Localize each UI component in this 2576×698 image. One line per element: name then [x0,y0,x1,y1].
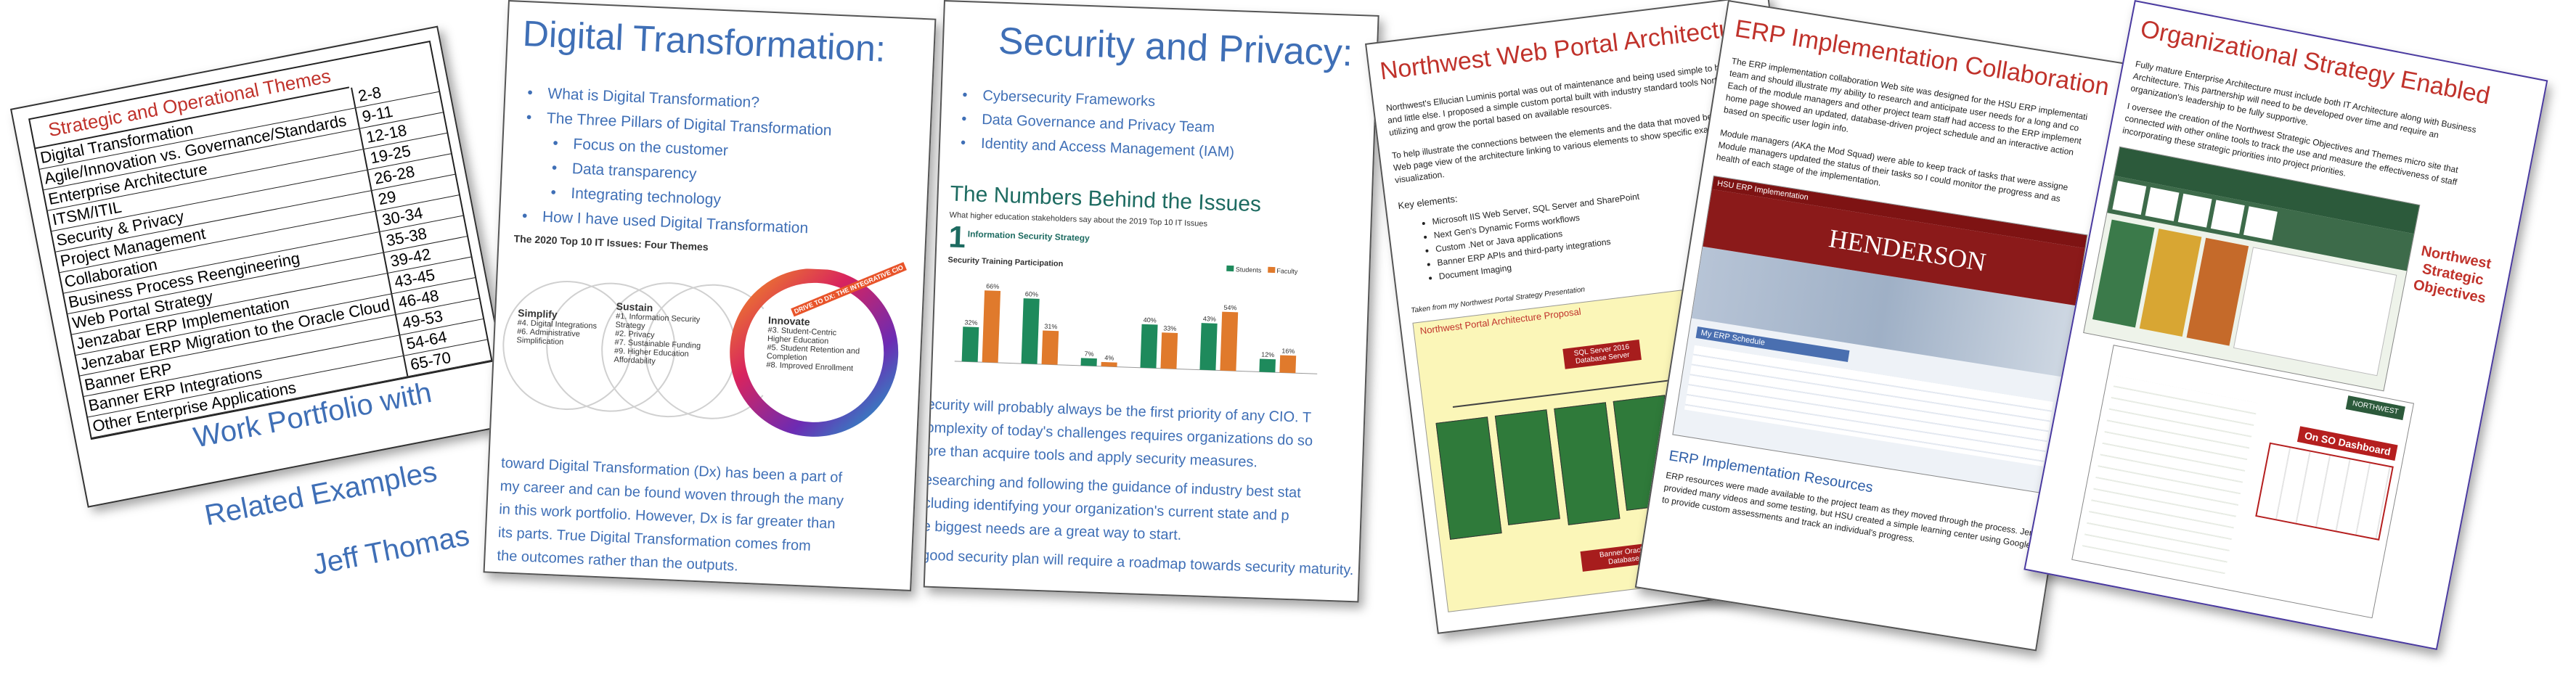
sustain-block: Sustain #1. Information Security Strateg… [614,300,711,369]
security-bullets: Cybersecurity Frameworks Data Governance… [961,83,1236,165]
digital-bullets: What is Digital Transformation? The Thre… [521,81,833,242]
nw-db-top: SQL Server 2016 Database Server [1562,340,1642,369]
simplify-block: Simplify #4. Digital Integrations #6. Ad… [516,307,598,348]
bar-value-label: 60% [1025,290,1038,298]
security-training-chart: 32% 66% 60% 31% 7% 4% 40% 33% 43% 54% 12% 16% [954,282,1318,374]
bar-students [1021,298,1040,364]
nw-node [1435,416,1502,540]
bar-value-label: 7% [1084,350,1093,358]
issue-number: 1 [947,219,966,255]
security-title: Security and Privacy: [998,20,1354,75]
bar-faculty [1101,361,1117,367]
bar-value-label: 16% [1281,348,1295,356]
digital-body: toward Digital Transformation (Dx) has b… [497,451,845,583]
bar-students [1140,324,1158,369]
bar-value-label: 32% [964,319,977,327]
nw-node [1494,409,1560,525]
digital-graphic-title: The 2020 Top 10 IT Issues: Four Themes [513,232,709,253]
erp-screenshot: HSU ERP Implementation HENDERSON My ERP … [1672,175,2088,495]
bar-faculty [1279,355,1297,374]
bar-faculty [1041,330,1059,365]
bar-students [1259,358,1276,373]
bar-students [1080,358,1097,366]
legend-faculty: Faculty [1276,267,1298,276]
nw-node [1554,402,1621,525]
bar-faculty [982,290,1001,363]
bar-value-label: 4% [1104,354,1114,361]
chart-legend: Students Faculty [1226,265,1298,276]
bar-faculty [1220,311,1239,371]
digital-transformation-page: Digital Transformation: What is Digital … [483,0,937,591]
digital-title: Digital Transformation: [521,12,886,70]
issue-title: Information Security Strategy [967,229,1090,244]
nw-key-list: Microsoft IIS Web Server, SQL Server and… [1432,190,1647,284]
bar-value-label: 12% [1261,351,1274,359]
bar-value-label: 40% [1144,316,1157,324]
bar-value-label: 66% [986,282,999,290]
bar-value-label: 33% [1163,324,1176,332]
nw-key-label: Key elements: [1397,193,1459,212]
erp-brand: HENDERSON [1827,223,1988,277]
bar-faculty [1160,332,1178,369]
security-body: ecurity will probably always be the firs… [924,393,1359,583]
bar-value-label: 31% [1044,323,1057,331]
simplify-item: #6. Administrative Simplification [516,327,581,347]
bar-students [1199,323,1218,371]
portfolio-author: Jeff Thomas [309,519,472,581]
security-privacy-page: Security and Privacy: Cybersecurity Fram… [923,0,1379,603]
bar-students [961,327,979,362]
legend-students: Students [1235,266,1262,274]
portfolio-title-line2: Related Examples [202,455,440,532]
issue-desc: Security Training Participation [947,255,1064,268]
bar-value-label: 54% [1223,304,1236,312]
org-callout: Northwest Strategic Objectives [2412,242,2494,308]
innovate-block: Innovate #3. Student-Centric Higher Educ… [766,314,863,374]
bar-value-label: 43% [1203,315,1216,323]
org-brand: NORTHWEST [2345,395,2405,421]
